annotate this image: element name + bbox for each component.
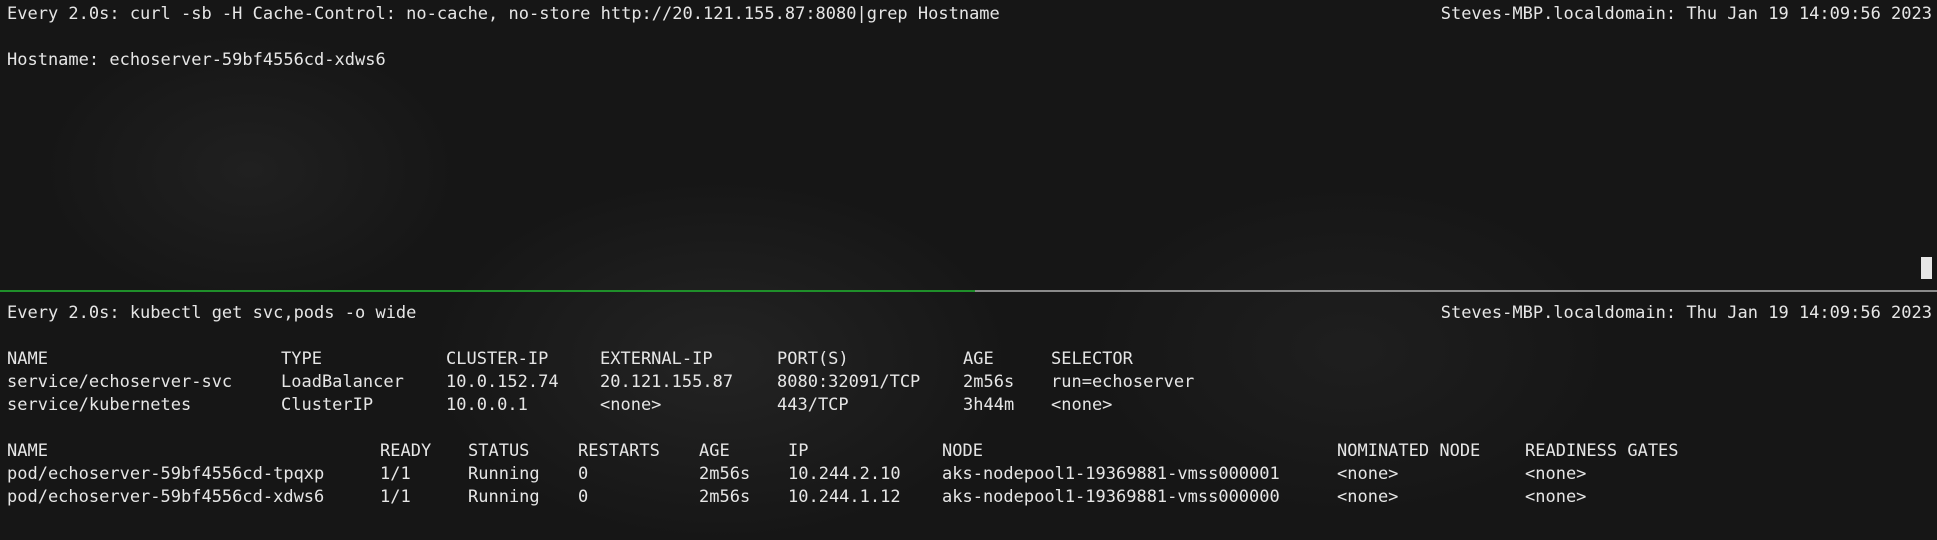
- pods-col-name: NAME: [7, 441, 48, 461]
- pods-col-status: STATUS: [468, 441, 530, 461]
- services-col-ports: PORT(S): [777, 349, 849, 369]
- terminal-window[interactable]: Every 2.0s: curl -sb -H Cache-Control: n…: [0, 0, 1937, 540]
- pods-col-ip: IP: [788, 441, 809, 461]
- pod-ip: 10.244.2.10: [788, 464, 901, 484]
- service-name: service/kubernetes: [7, 395, 192, 415]
- service-age: 3h44m: [963, 395, 1015, 415]
- pod-nominated-node: <none>: [1337, 487, 1399, 507]
- pod-node: aks-nodepool1-19369881-vmss000001: [942, 464, 1280, 484]
- services-col-cluster-ip: CLUSTER-IP: [446, 349, 549, 369]
- top-pane[interactable]: Every 2.0s: curl -sb -H Cache-Control: n…: [0, 0, 1937, 287]
- pod-readiness-gates: <none>: [1525, 487, 1587, 507]
- bottom-watch-header: Every 2.0s: kubectl get svc,pods -o wide: [7, 303, 417, 323]
- pod-age: 2m56s: [699, 464, 751, 484]
- pods-col-node: NODE: [942, 441, 983, 461]
- pods-col-restarts: RESTARTS: [578, 441, 660, 461]
- service-cluster-ip: 10.0.0.1: [446, 395, 528, 415]
- service-external-ip: 20.121.155.87: [600, 372, 734, 392]
- pod-ready: 1/1: [380, 487, 411, 507]
- service-cluster-ip: 10.0.152.74: [446, 372, 559, 392]
- pod-restarts: 0: [578, 464, 589, 484]
- pod-status: Running: [468, 487, 540, 507]
- service-name: service/echoserver-svc: [7, 372, 233, 392]
- pods-col-nominated-node: NOMINATED NODE: [1337, 441, 1481, 461]
- pod-node: aks-nodepool1-19369881-vmss000000: [942, 487, 1280, 507]
- service-selector: <none>: [1051, 395, 1113, 415]
- service-selector: run=echoserver: [1051, 372, 1195, 392]
- pod-status: Running: [468, 464, 540, 484]
- pods-col-ready: READY: [380, 441, 432, 461]
- pod-name: pod/echoserver-59bf4556cd-xdws6: [7, 487, 325, 507]
- top-host-time: Steves-MBP.localdomain: Thu Jan 19 14:09…: [1440, 4, 1932, 24]
- service-external-ip: <none>: [600, 395, 662, 415]
- top-watch-header: Every 2.0s: curl -sb -H Cache-Control: n…: [7, 4, 1000, 24]
- pods-col-age: AGE: [699, 441, 730, 461]
- bottom-host-time: Steves-MBP.localdomain: Thu Jan 19 14:09…: [1440, 303, 1932, 323]
- pods-col-readiness-gates: READINESS GATES: [1525, 441, 1679, 461]
- pod-ready: 1/1: [380, 464, 411, 484]
- pod-age: 2m56s: [699, 487, 751, 507]
- services-col-external-ip: EXTERNAL-IP: [600, 349, 713, 369]
- service-type: ClusterIP: [281, 395, 374, 415]
- top-output-line: Hostname: echoserver-59bf4556cd-xdws6: [7, 50, 386, 70]
- pod-ip: 10.244.1.12: [788, 487, 901, 507]
- service-age: 2m56s: [963, 372, 1015, 392]
- bottom-pane[interactable]: Every 2.0s: kubectl get svc,pods -o wide…: [0, 293, 1937, 540]
- pod-name: pod/echoserver-59bf4556cd-tpqxp: [7, 464, 325, 484]
- service-type: LoadBalancer: [281, 372, 404, 392]
- services-col-age: AGE: [963, 349, 994, 369]
- services-col-type: TYPE: [281, 349, 322, 369]
- service-ports: 443/TCP: [777, 395, 849, 415]
- pane-divider-active: [0, 290, 975, 292]
- service-ports: 8080:32091/TCP: [777, 372, 921, 392]
- services-col-selector: SELECTOR: [1051, 349, 1133, 369]
- terminal-cursor: [1921, 257, 1932, 279]
- pod-readiness-gates: <none>: [1525, 464, 1587, 484]
- pod-nominated-node: <none>: [1337, 464, 1399, 484]
- services-col-name: NAME: [7, 349, 48, 369]
- pod-restarts: 0: [578, 487, 589, 507]
